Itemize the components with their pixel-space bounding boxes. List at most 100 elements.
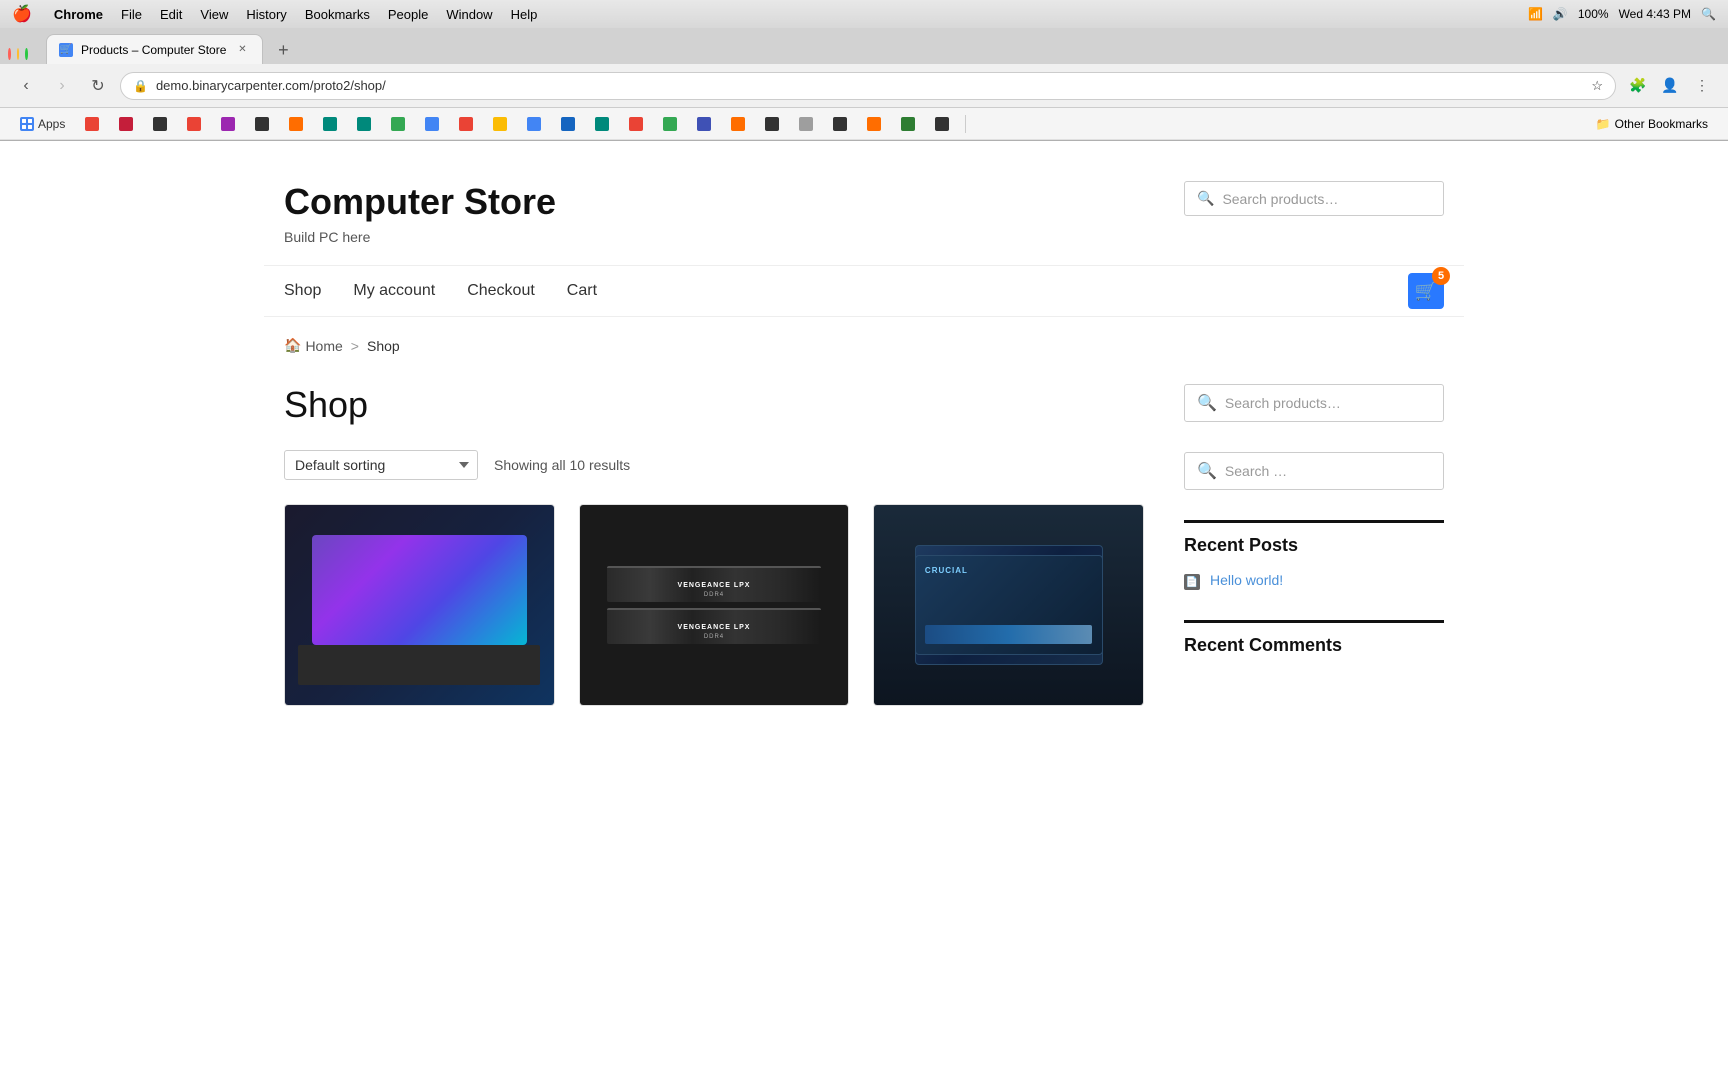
nav-bar: ‹ › ↻ 🔒 demo.binarycarpenter.com/proto2/…: [0, 64, 1728, 108]
bookmarks-bar: Apps 📁 Other Bookmarks: [0, 108, 1728, 140]
bookmark-17[interactable]: [621, 115, 651, 133]
product-card-ssd[interactable]: CRUCIAL: [873, 504, 1144, 706]
menu-help[interactable]: Help: [511, 7, 538, 22]
sidebar-bottom-search-box[interactable]: 🔍: [1184, 452, 1444, 490]
bookmark-1[interactable]: [77, 115, 107, 133]
bookmark-21[interactable]: [757, 115, 787, 133]
breadcrumb-home[interactable]: 🏠 Home: [284, 337, 343, 354]
tab-favicon: 🛒: [59, 43, 73, 57]
new-tab-button[interactable]: +: [269, 36, 297, 64]
post-icon: 📄: [1184, 574, 1200, 590]
recent-comments-section: Recent Comments: [1184, 620, 1444, 656]
sidebar-search-icon-bottom: 🔍: [1197, 461, 1217, 481]
header-search-box[interactable]: 🔍: [1184, 181, 1444, 216]
bookmark-16[interactable]: [587, 115, 617, 133]
back-button[interactable]: ‹: [12, 72, 40, 100]
breadcrumb: 🏠 Home > Shop: [264, 317, 1464, 364]
bookmark-22[interactable]: [791, 115, 821, 133]
menu-bookmarks[interactable]: Bookmarks: [305, 7, 370, 22]
search-icon[interactable]: 🔍: [1701, 7, 1716, 21]
menu-people[interactable]: People: [388, 7, 428, 22]
site-branding: Computer Store Build PC here: [284, 181, 556, 245]
battery-status: 100%: [1578, 7, 1609, 21]
menu-file[interactable]: File: [121, 7, 142, 22]
bookmark-26[interactable]: [927, 115, 957, 133]
menu-view[interactable]: View: [200, 7, 228, 22]
nav-links: Shop My account Checkout Cart: [284, 266, 597, 316]
window-controls[interactable]: [8, 44, 28, 64]
main-layout: Shop Default sorting Sort by popularity …: [264, 364, 1464, 726]
address-text: demo.binarycarpenter.com/proto2/shop/: [156, 78, 1583, 93]
nav-link-checkout[interactable]: Checkout: [467, 282, 535, 300]
apple-menu[interactable]: 🍎: [12, 4, 32, 24]
bookmark-24[interactable]: [859, 115, 889, 133]
product-card-ram[interactable]: [579, 504, 850, 706]
main-content: Shop Default sorting Sort by popularity …: [284, 384, 1144, 706]
bookmark-15[interactable]: [553, 115, 583, 133]
bookmark-8[interactable]: [315, 115, 345, 133]
ram-img: [580, 505, 849, 705]
folder-icon: 📁: [1596, 117, 1611, 131]
recent-posts-section: Recent Posts 📄 Hello world!: [1184, 520, 1444, 590]
home-icon: 🏠: [284, 337, 301, 354]
nav-link-shop[interactable]: Shop: [284, 282, 321, 300]
breadcrumb-separator: >: [351, 338, 359, 354]
ram-stick-1: [607, 566, 822, 602]
bookmark-5[interactable]: [213, 115, 243, 133]
sidebar-top-search: 🔍: [1184, 384, 1444, 422]
sidebar-bottom-search: 🔍: [1184, 452, 1444, 490]
site-tagline: Build PC here: [284, 229, 556, 245]
bookmark-18[interactable]: [655, 115, 685, 133]
breadcrumb-home-label[interactable]: Home: [305, 338, 342, 354]
menu-chrome[interactable]: Chrome: [54, 7, 103, 22]
bookmark-19[interactable]: [689, 115, 719, 133]
sidebar-top-search-box[interactable]: 🔍: [1184, 384, 1444, 422]
nav-link-myaccount[interactable]: My account: [353, 282, 435, 300]
tab-close-button[interactable]: ✕: [234, 42, 250, 58]
menu-history[interactable]: History: [246, 7, 286, 22]
bookmark-4[interactable]: [179, 115, 209, 133]
profile-button[interactable]: 👤: [1656, 72, 1684, 100]
sort-select[interactable]: Default sorting Sort by popularity Sort …: [284, 450, 478, 480]
bookmark-12[interactable]: [451, 115, 481, 133]
menu-edit[interactable]: Edit: [160, 7, 182, 22]
header-search: 🔍: [1184, 181, 1444, 216]
address-bar[interactable]: 🔒 demo.binarycarpenter.com/proto2/shop/ …: [120, 72, 1616, 100]
menu-window[interactable]: Window: [446, 7, 492, 22]
bookmarks-divider: [965, 115, 966, 133]
more-menu-button[interactable]: ⋮: [1688, 72, 1716, 100]
product-card-laptop[interactable]: [284, 504, 555, 706]
bookmark-13[interactable]: [485, 115, 515, 133]
site-title: Computer Store: [284, 181, 556, 223]
cart-icon-wrapper[interactable]: 🛒 5: [1408, 273, 1444, 309]
forward-button[interactable]: ›: [48, 72, 76, 100]
bookmark-10[interactable]: [383, 115, 413, 133]
recent-comments-title: Recent Comments: [1184, 620, 1444, 656]
bookmark-23[interactable]: [825, 115, 855, 133]
sidebar-top-search-input[interactable]: [1225, 395, 1431, 411]
bookmark-9[interactable]: [349, 115, 379, 133]
header-search-input[interactable]: [1222, 191, 1431, 207]
bookmark-3[interactable]: [145, 115, 175, 133]
sidebar-bottom-search-input[interactable]: [1225, 463, 1431, 479]
breadcrumb-current: Shop: [367, 338, 400, 354]
bookmark-apps[interactable]: Apps: [12, 115, 73, 133]
bookmark-25[interactable]: [893, 115, 923, 133]
other-bookmarks-button[interactable]: 📁 Other Bookmarks: [1588, 115, 1716, 133]
site-header: Computer Store Build PC here 🔍: [264, 141, 1464, 265]
bookmark-14[interactable]: [519, 115, 549, 133]
bookmark-20[interactable]: [723, 115, 753, 133]
shop-title: Shop: [284, 384, 1144, 426]
bookmark-7[interactable]: [281, 115, 311, 133]
extensions-button[interactable]: 🧩: [1624, 72, 1652, 100]
browser-tab-active[interactable]: 🛒 Products – Computer Store ✕: [46, 34, 263, 64]
reload-button[interactable]: ↻: [84, 72, 112, 100]
recent-post-link[interactable]: Hello world!: [1210, 572, 1283, 588]
bookmark-6[interactable]: [247, 115, 277, 133]
bookmark-11[interactable]: [417, 115, 447, 133]
bookmark-2[interactable]: [111, 115, 141, 133]
product-grid: CRUCIAL: [284, 504, 1144, 706]
macos-menu-bar: 🍎 Chrome File Edit View History Bookmark…: [0, 0, 1728, 28]
nav-link-cart[interactable]: Cart: [567, 282, 597, 300]
star-icon[interactable]: ☆: [1591, 78, 1603, 94]
